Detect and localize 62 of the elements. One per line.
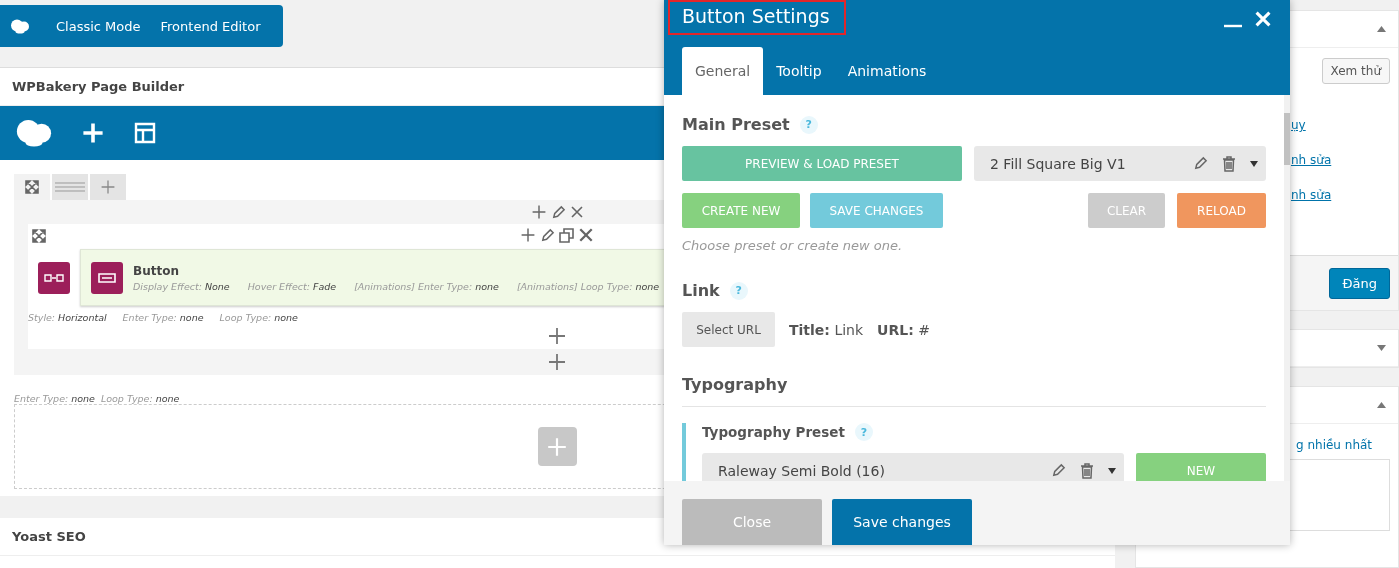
plus-icon[interactable] [547,352,567,372]
section-heading: Main Preset [682,115,790,134]
param-text: Loop Type: none [100,393,180,404]
plus-icon[interactable] [547,326,567,346]
section-heading: Typography [682,375,788,394]
expand-icon[interactable] [25,180,39,194]
separator-element-icon[interactable] [38,261,70,294]
close-icon[interactable] [569,205,584,219]
pencil-icon[interactable] [1051,463,1066,478]
menu-icon [55,182,85,192]
trash-icon[interactable] [1080,462,1094,479]
param-text: Hover Effect: Fade [247,280,337,292]
tab[interactable]: General [682,47,764,95]
edit-link[interactable]: nh sửa [1291,153,1332,167]
save-changes-button[interactable]: Save changes [832,499,972,545]
tab-link[interactable]: g nhiều nhất [1296,438,1373,452]
param-text: [Animations] Enter Type: none [354,280,499,292]
publish-button[interactable]: Đăng [1329,267,1390,299]
param-text: Enter Type: none [122,312,204,323]
plus-icon[interactable] [520,227,536,243]
add-element-icon[interactable] [81,121,105,145]
expand-icon[interactable] [32,229,46,243]
cloud-logo-icon [15,118,53,148]
collapse-toggle-icon[interactable] [1377,26,1386,32]
param-text: Enter Type: none [14,393,95,404]
select-url-button[interactable]: Select URL [682,312,775,347]
collapse-toggle-icon[interactable] [1377,402,1386,408]
pencil-icon[interactable] [540,227,555,243]
caret-icon[interactable] [1250,160,1258,167]
edit-link[interactable]: nh sửa [1291,188,1332,202]
pencil-icon[interactable] [550,204,566,220]
caret-icon[interactable] [1108,467,1116,474]
window-title: Button Settings [668,0,846,35]
row-layout-handle[interactable] [52,174,88,200]
field-label: Typography Preset [702,424,845,440]
row-move-handle[interactable] [14,174,50,200]
element-title: Button [133,263,180,278]
edit-link[interactable]: ụy [1291,118,1332,132]
trash-icon[interactable] [1222,155,1236,172]
add-column-handle[interactable] [90,174,126,200]
mode-button[interactable]: Frontend Editor [150,18,271,34]
close-icon[interactable] [578,227,594,243]
minimize-icon[interactable] [1224,24,1242,28]
cloud-logo-icon [10,18,30,34]
preset-select[interactable]: 2 Fill Square Big V1 [974,146,1266,181]
param-text: Loop Type: none [219,312,298,323]
pencil-icon[interactable] [1193,156,1208,171]
link-url-text: URL: # [877,321,930,338]
scrollbar[interactable] [1284,95,1290,481]
link-title-text: Title: Link [789,321,864,338]
layout-icon[interactable] [133,121,157,145]
section-heading: Link [682,281,720,300]
param-text: [Animations] Loop Type: none [516,280,660,292]
preview-button[interactable]: Xem thử [1321,58,1390,84]
mode-button[interactable]: Classic Mode [46,18,151,34]
clone-icon[interactable] [559,227,574,243]
typography-select[interactable]: Raleway Semi Bold (16) [702,453,1124,481]
collapse-toggle-icon[interactable] [1377,345,1386,351]
button-element-icon [91,261,123,294]
param-text: Style: Horizontal [28,312,107,323]
param-text: Display Effect: None [133,280,230,292]
plus-icon[interactable] [530,204,547,220]
